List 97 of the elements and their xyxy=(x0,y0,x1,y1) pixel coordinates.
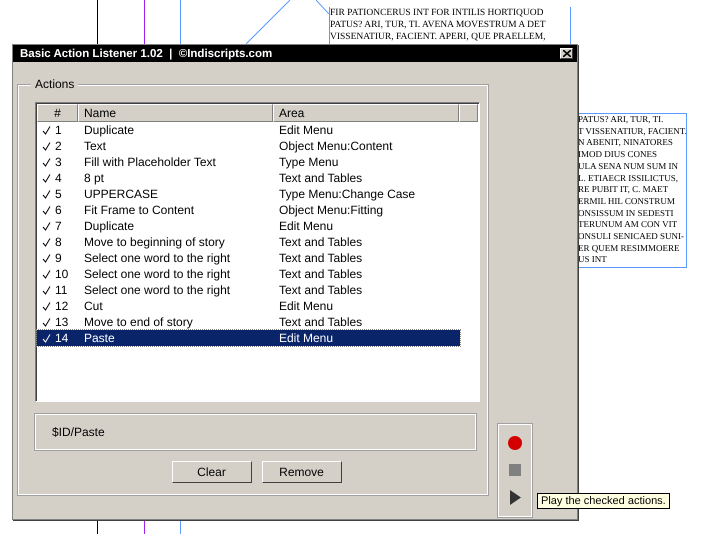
table-row[interactable]: 3 Fill with Placeholder Text Type Menu xyxy=(37,154,460,170)
frame-text-line: VISSENATIUR, FACIENT. APERI, QUE PRAELLEM, xyxy=(330,31,547,43)
table-cell-text: Text and Tables xyxy=(278,170,364,186)
frame-text-line: ERMIL HIL CONSTRUM xyxy=(578,196,676,208)
row-number: 14 xyxy=(55,330,68,346)
table-row[interactable]: 7 Duplicate Edit Menu xyxy=(37,218,460,234)
table-cell-text: Text and Tables xyxy=(278,234,364,250)
row-number: 3 xyxy=(55,154,62,170)
row-number: 4 xyxy=(55,170,62,186)
table-row[interactable]: 11 Select one word to the right Text and Tables xyxy=(37,282,460,298)
play-icon[interactable] xyxy=(510,490,520,505)
column-header[interactable]: Area xyxy=(273,104,459,122)
dialog-button[interactable]: Remove xyxy=(262,461,342,483)
table-row[interactable]: 10 Select one word to the right Text and Tables xyxy=(37,266,460,282)
check-icon[interactable] xyxy=(42,206,51,214)
table-cell-text: Select one word to the right xyxy=(83,266,232,282)
frame-text-line: US INT xyxy=(578,254,608,266)
table-row[interactable]: 12 Cut Edit Menu xyxy=(37,298,460,314)
table-cell-text: Select one word to the right xyxy=(83,282,232,298)
frame-text-line: PATUS? ARI, TUR, TI. xyxy=(578,114,664,126)
row-number: 9 xyxy=(55,250,62,266)
table-cell-text: Type Menu:Change Case xyxy=(278,186,416,202)
table-cell-text: Edit Menu xyxy=(278,298,334,314)
row-number: 5 xyxy=(55,186,62,202)
table-row[interactable]: 14 Paste Edit Menu xyxy=(37,330,460,346)
row-number: 1 xyxy=(55,122,62,138)
table-cell-text: Duplicate xyxy=(83,122,136,138)
table-cell-text: Object Menu:Fitting xyxy=(278,202,384,218)
table-cell-text: Duplicate xyxy=(83,218,136,234)
frame-edge-line xyxy=(246,0,290,44)
table-cell-text: Text and Tables xyxy=(278,282,364,298)
table-cell-text: Text and Tables xyxy=(278,266,364,282)
table-row[interactable]: 6 Fit Frame to Content Object Menu:Fitting xyxy=(37,202,460,218)
row-number: 10 xyxy=(55,266,68,282)
check-icon[interactable] xyxy=(42,238,51,246)
frame-text-line: ULA SENA NUM SUM IN xyxy=(578,160,680,173)
table-cell-text: Text and Tables xyxy=(278,314,364,330)
close-button[interactable] xyxy=(560,48,573,59)
table-cell-text: Text and Tables xyxy=(278,250,364,266)
check-icon[interactable] xyxy=(42,174,51,182)
check-icon[interactable] xyxy=(42,318,51,326)
row-number: 6 xyxy=(55,202,62,218)
frame-text-line: RE PUBIT IT, C. MAET xyxy=(578,184,670,196)
group-label: Actions xyxy=(31,77,78,91)
info-text: $ID/Paste xyxy=(52,425,105,439)
table-cell-text: Paste xyxy=(83,330,116,346)
check-icon[interactable] xyxy=(42,142,51,150)
table-cell-text: Edit Menu xyxy=(278,218,334,234)
table-row[interactable]: 1 Duplicate Edit Menu xyxy=(37,122,460,138)
frame-text-line: IMOD DIUS CONES xyxy=(578,149,658,161)
check-icon[interactable] xyxy=(42,222,51,230)
frame-text-line: FIR PATIONCERUS INT FOR INTILIS HORTIQUOD xyxy=(330,7,544,19)
frame-text-line: ER QUEM RESIMMOERE xyxy=(578,242,681,254)
table-row[interactable]: 8 Move to beginning of story Text and Tables xyxy=(37,234,460,250)
check-icon[interactable] xyxy=(42,270,51,278)
table-cell-text: Move to beginning of story xyxy=(83,234,226,250)
row-number: 8 xyxy=(55,234,62,250)
table-cell-text: Fit Frame to Content xyxy=(83,202,196,218)
table-row[interactable]: 5 UPPERCASE Type Menu:Change Case xyxy=(37,186,460,202)
row-number: 13 xyxy=(55,314,68,330)
frame-text-line: TERUNUM AM CON VIT xyxy=(578,219,678,232)
dialog-button[interactable]: Clear xyxy=(172,461,252,483)
row-number: 11 xyxy=(55,282,68,298)
column-header[interactable]: Name xyxy=(78,104,273,122)
record-icon[interactable] xyxy=(508,436,522,450)
table-cell-text: Select one word to the right xyxy=(83,250,232,266)
frame-text-line: ONSULI SENICAED SUNI- xyxy=(578,231,685,243)
table-cell-text: Move to end of story xyxy=(83,314,194,330)
row-number: 2 xyxy=(55,138,62,154)
close-icon xyxy=(562,50,570,57)
check-icon[interactable] xyxy=(42,126,51,134)
table-row[interactable]: 2 Text Object Menu:Content xyxy=(37,138,460,154)
row-number: 7 xyxy=(55,218,62,234)
table-row[interactable]: 13 Move to end of story Text and Tables xyxy=(37,314,460,330)
check-icon[interactable] xyxy=(42,286,51,294)
check-icon[interactable] xyxy=(42,158,51,166)
tooltip: Play the checked actions. xyxy=(537,493,670,509)
table-cell-text: UPPERCASE xyxy=(83,186,160,202)
table-cell-text: Type Menu xyxy=(278,154,340,170)
window-title: Basic Action Listener 1.02 | ©Indiscripts.com xyxy=(20,48,272,60)
frame-text-line: ONSISSUM IN SEDESTI xyxy=(578,208,675,220)
table-cell-text: Text xyxy=(83,138,108,154)
table-cell-text: 8 pt xyxy=(83,170,106,186)
table-row[interactable]: 9 Select one word to the right Text and Tables xyxy=(37,250,460,266)
table-cell-text: Fill with Placeholder Text xyxy=(83,154,217,170)
check-icon[interactable] xyxy=(42,254,51,262)
table-row[interactable]: 4 8 pt Text and Tables xyxy=(37,170,460,186)
frame-text-line: PATUS? ARI, TUR, TI. AVENA MOVESTRUM A DET xyxy=(330,19,547,31)
column-header[interactable]: # xyxy=(37,104,78,122)
table-cell-text: Cut xyxy=(83,298,104,314)
table-cell-text: Object Menu:Content xyxy=(278,138,394,154)
row-number: 12 xyxy=(55,298,68,314)
frame-text-line: N ABENIT, NINATORES xyxy=(578,137,674,150)
table-cell-text: Edit Menu xyxy=(278,330,334,346)
check-icon[interactable] xyxy=(42,302,51,310)
table-cell-text: Edit Menu xyxy=(278,122,334,138)
check-icon[interactable] xyxy=(42,190,51,198)
